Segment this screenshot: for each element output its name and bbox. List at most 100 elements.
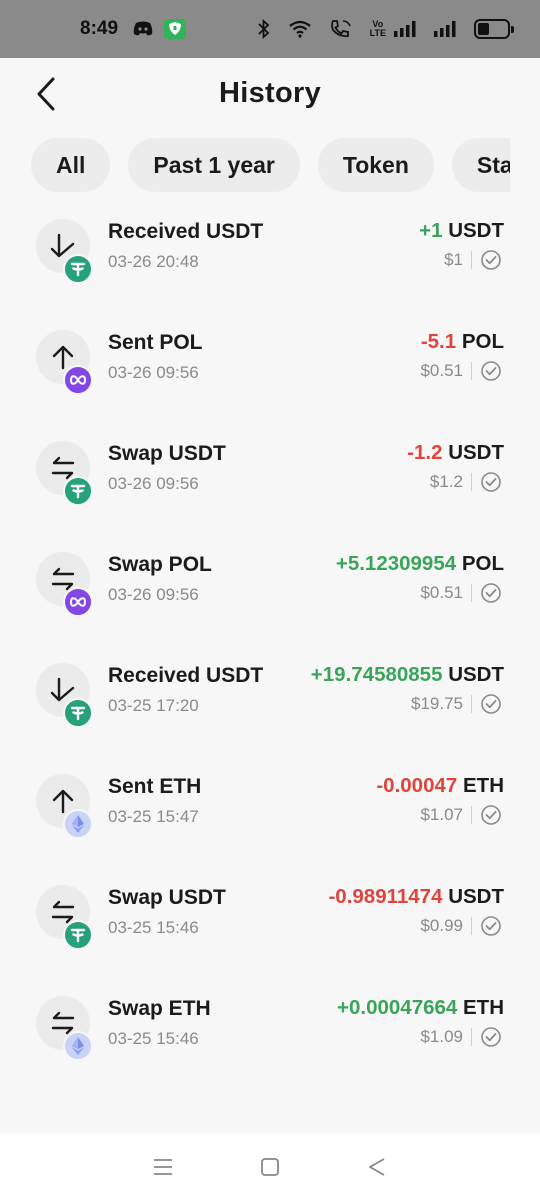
tether-icon xyxy=(63,698,93,728)
back-button[interactable] xyxy=(28,74,64,114)
menu-icon xyxy=(154,1159,173,1175)
amount-symbol: USDT xyxy=(448,441,504,464)
wifi-icon xyxy=(288,20,312,38)
check-circle-icon xyxy=(480,693,502,715)
transaction-amount: +0.00047664 ETH xyxy=(337,996,504,1020)
tether-icon xyxy=(63,920,93,950)
transaction-icon xyxy=(36,663,93,728)
filter-chip-all[interactable]: All xyxy=(31,138,111,192)
amount-value: +1 xyxy=(419,219,443,242)
transaction-icon xyxy=(36,219,93,284)
transaction-title: Swap USDT xyxy=(108,442,226,465)
amount-symbol: POL xyxy=(461,330,504,353)
transaction-row[interactable]: Received USDT 03-25 17:20 +19.74580855 USD… xyxy=(0,650,540,761)
divider xyxy=(471,251,472,269)
amount-value: +0.00047664 xyxy=(337,996,458,1019)
transaction-row[interactable]: Swap USDT 03-25 15:46 -0.98911474 USDT $0.9… xyxy=(0,872,540,983)
transaction-row[interactable]: Received USDT 03-26 20:48 +1 USDT $1 xyxy=(0,206,540,317)
page-title: History xyxy=(218,76,321,109)
transaction-row[interactable]: Sent ETH 03-25 15:47 -0.00047 ETH $1.07 xyxy=(0,761,540,872)
check-circle-icon xyxy=(480,249,502,271)
polygon-icon xyxy=(63,587,93,617)
fiat-value: $0.99 xyxy=(420,916,463,935)
transaction-row[interactable]: Sent POL 03-26 09:56 -5.1 POL $0.51 xyxy=(0,317,540,428)
transaction-date: 03-25 15:46 xyxy=(108,1029,199,1048)
transaction-title: Swap POL xyxy=(108,553,212,576)
transaction-amount: +19.74580855 USDT xyxy=(311,663,504,687)
signal-icon-2 xyxy=(434,21,456,37)
polygon-icon xyxy=(63,365,93,395)
filter-chip-period[interactable]: Past 1 year xyxy=(128,138,300,192)
check-circle-icon xyxy=(480,360,502,382)
divider xyxy=(471,584,472,602)
transaction-fiat-status: $1 xyxy=(444,249,502,271)
fiat-value: $0.51 xyxy=(420,361,463,380)
transaction-fiat-status: $0.51 xyxy=(420,582,502,604)
wifi-calling-icon xyxy=(330,19,352,39)
divider xyxy=(471,1028,472,1046)
transaction-row[interactable]: Swap ETH 03-25 15:46 +0.00047664 ETH $1.09 xyxy=(0,983,540,1094)
transaction-fiat-status: $0.99 xyxy=(420,915,502,937)
transaction-date: 03-25 15:46 xyxy=(108,918,199,937)
transaction-title: Received USDT xyxy=(108,664,264,687)
amount-value: +5.12309954 xyxy=(335,552,457,575)
transaction-fiat-status: $1.07 xyxy=(420,804,502,826)
divider xyxy=(471,806,472,824)
transaction-fiat-status: $1.2 xyxy=(430,471,502,493)
transaction-row[interactable]: Swap POL 03-26 09:56 +5.12309954 POL $0.51 xyxy=(0,539,540,650)
fiat-value: $0.51 xyxy=(420,583,463,602)
transaction-title: Received USDT xyxy=(108,220,264,243)
transaction-date: 03-26 09:56 xyxy=(108,585,199,604)
transaction-icon xyxy=(36,996,93,1061)
home-nav-button[interactable] xyxy=(250,1147,290,1187)
menu-nav-button[interactable] xyxy=(143,1147,183,1187)
transaction-date: 03-26 09:56 xyxy=(108,363,199,382)
transaction-amount: +5.12309954 POL xyxy=(336,552,504,576)
amount-symbol: POL xyxy=(461,552,504,575)
transaction-amount: -5.1 POL xyxy=(421,330,504,354)
check-circle-icon xyxy=(480,582,502,604)
shield-app-icon xyxy=(164,19,187,39)
transaction-fiat-status: $19.75 xyxy=(411,693,502,715)
amount-symbol: USDT xyxy=(448,219,504,242)
tether-icon xyxy=(63,254,93,284)
header: History xyxy=(0,58,540,128)
transaction-date: 03-26 20:48 xyxy=(108,252,199,271)
filter-chip-status[interactable]: Stat xyxy=(451,138,510,192)
back-nav-button[interactable] xyxy=(357,1147,397,1187)
transaction-amount: -1.2 USDT xyxy=(407,441,504,465)
divider xyxy=(471,362,472,380)
amount-symbol: USDT xyxy=(448,663,504,686)
filter-chip-token[interactable]: Token xyxy=(317,138,434,192)
fiat-value: $1.07 xyxy=(420,805,463,824)
volte-indicator: Vo LTE xyxy=(369,19,386,38)
battery-icon xyxy=(474,19,514,39)
system-nav-bar xyxy=(0,1134,540,1200)
home-square-icon xyxy=(261,1158,279,1176)
transaction-date: 03-26 09:56 xyxy=(108,474,199,493)
bluetooth-icon xyxy=(258,19,270,39)
transaction-amount: -0.00047 ETH xyxy=(376,774,504,798)
fiat-value: $1 xyxy=(444,250,463,269)
transaction-title: Sent ETH xyxy=(108,775,202,798)
amount-symbol: ETH xyxy=(463,774,504,797)
fiat-value: $1.09 xyxy=(420,1027,463,1046)
transaction-title: Swap ETH xyxy=(108,997,211,1020)
divider xyxy=(471,695,472,713)
amount-value: -0.98911474 xyxy=(328,885,443,908)
transaction-amount: -0.98911474 USDT xyxy=(328,885,504,909)
divider xyxy=(471,917,472,935)
transaction-row[interactable]: Swap USDT 03-26 09:56 -1.2 USDT $1.2 xyxy=(0,428,540,539)
transaction-icon xyxy=(36,552,93,617)
divider xyxy=(471,473,472,491)
amount-value: -5.1 xyxy=(420,330,457,353)
amount-value: -0.00047 xyxy=(376,774,458,797)
tether-icon xyxy=(63,476,93,506)
transaction-list: Received USDT 03-26 20:48 +1 USDT $1 Sent PO… xyxy=(0,206,540,1094)
amount-symbol: ETH xyxy=(463,996,504,1019)
transaction-icon xyxy=(36,774,93,839)
check-circle-icon xyxy=(480,1026,502,1048)
transaction-amount: +1 USDT xyxy=(419,219,504,243)
fiat-value: $1.2 xyxy=(429,472,463,491)
fiat-value: $19.75 xyxy=(411,694,463,713)
